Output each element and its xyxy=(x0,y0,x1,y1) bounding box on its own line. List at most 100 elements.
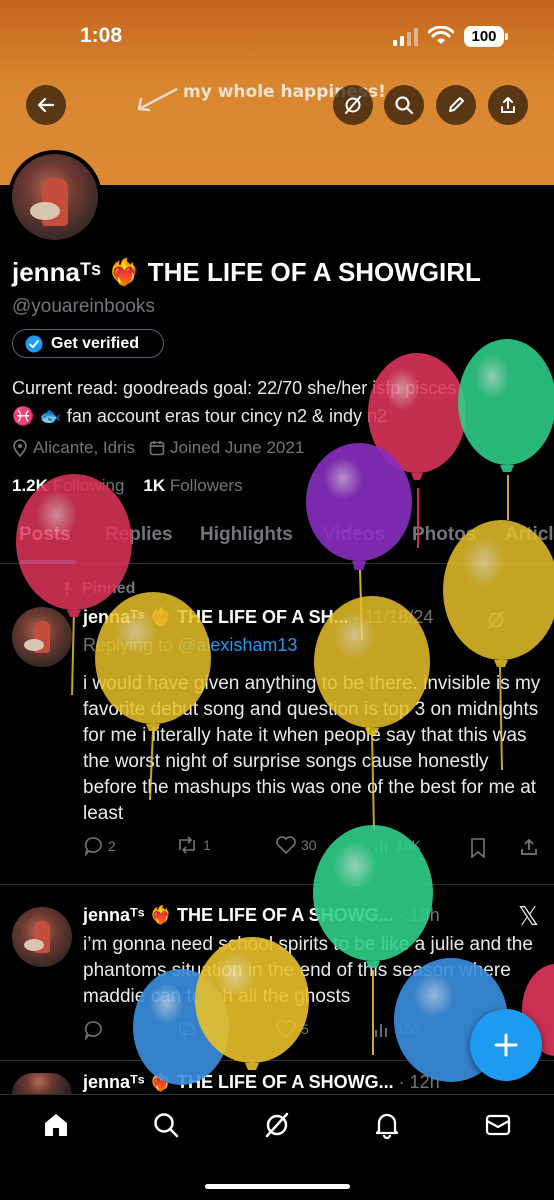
grok-button[interactable] xyxy=(333,85,373,125)
edit-button[interactable] xyxy=(436,85,476,125)
following-link[interactable]: 1.2K Following xyxy=(12,476,124,495)
reply-count: 2 xyxy=(108,838,116,854)
home-icon[interactable] xyxy=(42,1111,70,1139)
avatar-guitar xyxy=(30,202,60,220)
tab-replies[interactable]: Replies xyxy=(105,524,173,546)
tweet-header: jennaᵀˢ ❤️‍🔥 THE LIFE OF A SHOWG... · 13… xyxy=(83,905,440,926)
reply-icon xyxy=(84,837,102,856)
tab-posts[interactable]: Posts xyxy=(19,524,71,546)
status-time: 1:08 xyxy=(80,24,123,47)
share-button[interactable] xyxy=(488,85,528,125)
like-count: 30 xyxy=(301,837,317,853)
tweet-avatar[interactable] xyxy=(12,607,72,667)
retweet-action[interactable] xyxy=(176,1020,203,1038)
reply-action[interactable]: 2 xyxy=(83,836,116,856)
verified-badge-icon xyxy=(25,335,43,352)
x-logo-icon: 𝕏 xyxy=(518,901,539,931)
retweet-icon xyxy=(179,1020,195,1038)
retweet-action[interactable]: 1 xyxy=(176,836,211,854)
reply-prefix: Replying to xyxy=(83,635,179,655)
grok-icon[interactable] xyxy=(486,610,506,630)
get-verified-button[interactable]: Get verified xyxy=(12,329,164,358)
tab-videos[interactable]: Videos xyxy=(323,524,385,546)
tweet-avatar[interactable] xyxy=(12,1073,72,1094)
banner-arrow-drawing xyxy=(137,87,178,112)
search-icon[interactable] xyxy=(152,1111,180,1139)
profile-tabs: Posts Replies Highlights Videos Photos A… xyxy=(0,518,554,564)
reply-action[interactable] xyxy=(83,1020,108,1040)
active-tab-indicator xyxy=(20,560,76,564)
search-button[interactable] xyxy=(384,85,424,125)
profile-meta: Alicante, Idris Joined June 2021 xyxy=(12,438,304,458)
tweet-text[interactable]: i would have given anything to be there.… xyxy=(83,671,545,827)
views-action[interactable]: 150 xyxy=(373,1020,419,1038)
retweet-count: 1 xyxy=(203,837,211,853)
tweet-time[interactable]: · 13h xyxy=(399,905,440,925)
tweet-author[interactable]: jennaᵀˢ ❤️‍🔥 THE LIFE OF A SH... xyxy=(83,607,349,627)
tweet-text[interactable]: i’m gonna need school spirits to be like… xyxy=(83,932,545,1010)
retweet-icon xyxy=(179,836,195,854)
tab-highlights[interactable]: Highlights xyxy=(200,524,293,546)
cellular-signal-icon xyxy=(393,28,418,46)
like-action[interactable]: 30 xyxy=(276,836,317,854)
like-count: 5 xyxy=(301,1021,309,1037)
follow-counts: 1.2K Following 1K Followers xyxy=(12,476,243,496)
share-icon[interactable] xyxy=(519,837,539,857)
mail-icon[interactable] xyxy=(484,1111,512,1139)
views-action[interactable]: 19K xyxy=(373,836,421,854)
following-count: 1.2K xyxy=(12,476,48,495)
tab-articles[interactable]: Articles xyxy=(505,524,554,546)
reply-to-link[interactable]: @alexisham13 xyxy=(178,635,297,655)
pinned-indicator: Pinned xyxy=(60,580,135,598)
views-icon xyxy=(375,1024,387,1037)
compose-button[interactable] xyxy=(470,1009,542,1081)
following-label: Following xyxy=(52,476,125,495)
bell-icon[interactable] xyxy=(373,1111,401,1139)
view-count: 150 xyxy=(396,1021,420,1037)
arrow-left-icon xyxy=(37,97,55,113)
tweet-header: jennaᵀˢ ❤️‍🔥 THE LIFE OF A SH... · 11/18… xyxy=(83,607,433,628)
joined-date: Joined June 2021 xyxy=(149,438,304,458)
tweet-author[interactable]: jennaᵀˢ ❤️‍🔥 THE LIFE OF A SHOWG... xyxy=(83,1072,394,1092)
tweet-time[interactable]: · 11/18/24 xyxy=(354,607,434,627)
like-action[interactable]: 5 xyxy=(276,1020,309,1038)
followers-count: 1K xyxy=(143,476,166,495)
tweet-divider xyxy=(0,1060,554,1061)
tweet-actions: 2 1 30 19K xyxy=(83,836,543,860)
avatar-guitar xyxy=(24,939,44,951)
bio-line-2: ♓ 🐟 fan account eras tour cincy n2 & ind… xyxy=(12,406,388,426)
profile-name: jennaᵀˢ ❤️‍🔥 THE LIFE OF A SHOWGIRL xyxy=(12,257,481,287)
tweet-author[interactable]: jennaᵀˢ ❤️‍🔥 THE LIFE OF A SHOWG... xyxy=(83,905,394,925)
home-indicator xyxy=(205,1184,350,1189)
get-verified-label: Get verified xyxy=(51,334,140,352)
reply-context: Replying to @alexisham13 xyxy=(83,635,297,656)
status-bar: 1:08 100 xyxy=(0,22,554,52)
avatar-guitar xyxy=(24,639,44,651)
grok-icon[interactable] xyxy=(263,1111,291,1139)
followers-link[interactable]: 1K Followers xyxy=(143,476,242,495)
grok-icon xyxy=(345,96,361,114)
back-button[interactable] xyxy=(26,85,66,125)
tweet-avatar[interactable] xyxy=(12,907,72,967)
location-pin-icon xyxy=(13,439,27,457)
location-text: Alicante, Idris xyxy=(33,438,136,457)
pin-icon xyxy=(62,582,72,596)
view-count: 19K xyxy=(396,837,421,853)
pencil-icon xyxy=(449,97,464,112)
location: Alicante, Idris xyxy=(12,438,135,458)
plus-icon xyxy=(494,1033,518,1057)
share-icon xyxy=(501,97,515,113)
heart-icon xyxy=(276,836,296,854)
tweet-time[interactable]: · 12h xyxy=(399,1072,440,1092)
reply-icon xyxy=(84,1021,102,1040)
joined-text: Joined June 2021 xyxy=(170,438,305,457)
pinned-label: Pinned xyxy=(82,580,136,597)
bio-line-1: Current read: goodreads goal: 22/70 she/… xyxy=(12,378,457,398)
battery-indicator: 100 xyxy=(464,26,508,47)
tab-photos[interactable]: Photos xyxy=(412,524,476,546)
profile-handle: @youareinbooks xyxy=(12,296,155,317)
calendar-icon xyxy=(149,441,165,456)
search-icon xyxy=(395,96,414,115)
bookmark-icon[interactable] xyxy=(470,838,486,858)
profile-avatar[interactable] xyxy=(8,150,102,244)
